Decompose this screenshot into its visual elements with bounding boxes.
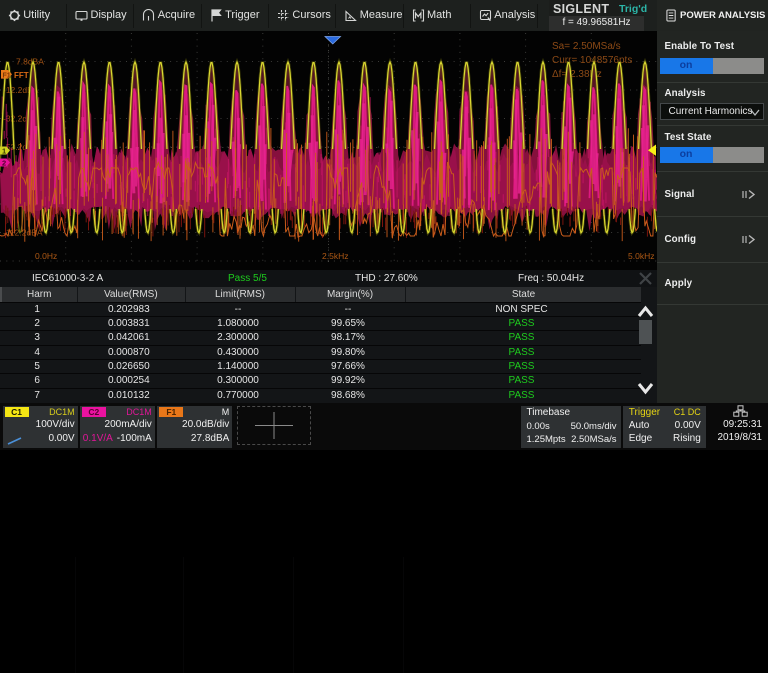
svg-text:FFT: FFT xyxy=(14,71,29,80)
svg-text:F1: F1 xyxy=(3,73,11,80)
svg-text:5.0kHz: 5.0kHz xyxy=(628,251,654,261)
svg-text:Sa= 2.50MSa/s: Sa= 2.50MSa/s xyxy=(552,41,621,52)
svg-text:2: 2 xyxy=(2,159,6,168)
svg-text:7.8dBA: 7.8dBA xyxy=(16,57,44,67)
svg-text:0.0Hz: 0.0Hz xyxy=(35,251,57,261)
svg-text:2.5kHz: 2.5kHz xyxy=(322,251,348,261)
svg-text:1: 1 xyxy=(2,147,6,156)
